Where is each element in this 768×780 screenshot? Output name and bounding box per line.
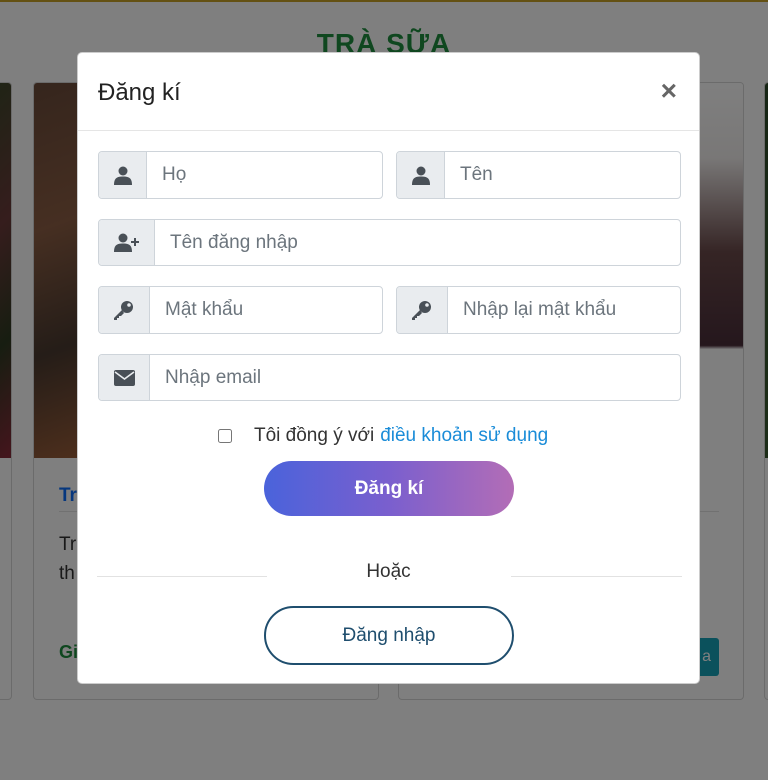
close-button[interactable]: × — [661, 77, 677, 105]
terms-link[interactable]: điều khoản sử dụng — [380, 425, 548, 447]
terms-label: Tôi đồng ý với — [254, 425, 375, 446]
password-group — [98, 286, 383, 334]
user-icon — [397, 152, 445, 198]
email-group — [98, 354, 681, 401]
modal-title: Đăng kí — [98, 79, 181, 106]
key-icon — [397, 287, 448, 333]
or-separator: Hoặc — [366, 561, 411, 582]
first-name-input[interactable] — [445, 152, 680, 198]
confirm-password-input[interactable] — [448, 287, 680, 333]
modal-header: Đăng kí × — [78, 53, 699, 131]
login-button[interactable]: Đăng nhập — [264, 606, 514, 665]
terms-agreement: Tôi đồng ý với điều khoản sử dụng — [218, 425, 548, 447]
register-button[interactable]: Đăng kí — [264, 461, 514, 516]
user-icon — [99, 152, 147, 198]
terms-checkbox[interactable] — [218, 429, 232, 443]
confirm-password-group — [396, 286, 681, 334]
first-name-group — [396, 151, 681, 199]
last-name-input[interactable] — [147, 152, 382, 198]
username-group — [98, 219, 681, 266]
email-input[interactable] — [150, 355, 680, 400]
password-input[interactable] — [150, 287, 382, 333]
envelope-icon — [99, 355, 150, 400]
last-name-group — [98, 151, 383, 199]
key-icon — [99, 287, 150, 333]
register-modal: Đăng kí × Họ Tên Tên đăng nhập Nhập emai… — [77, 52, 700, 684]
username-input[interactable] — [155, 220, 680, 265]
user-plus-icon — [99, 220, 155, 265]
